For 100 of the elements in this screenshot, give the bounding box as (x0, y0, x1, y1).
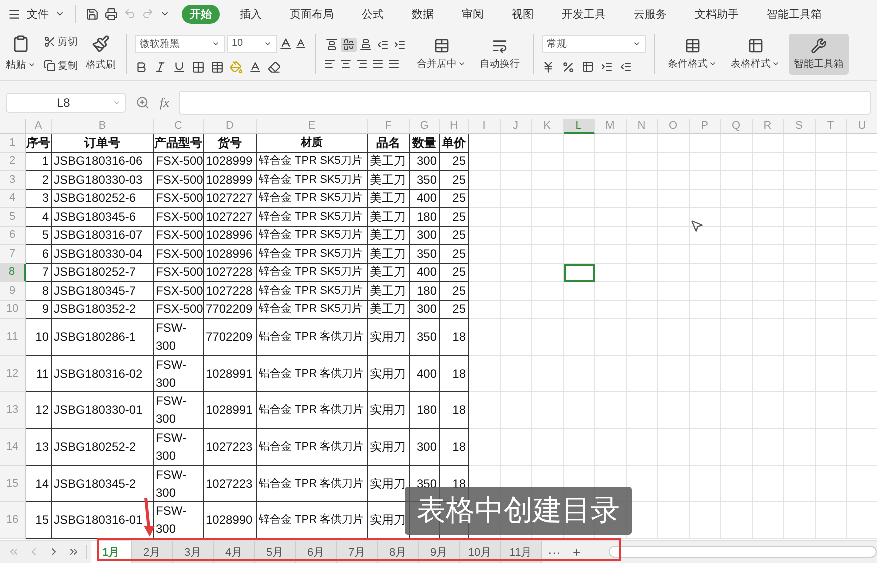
table-cell[interactable]: 180 (410, 392, 440, 430)
table-cell[interactable]: FSX-500 (154, 190, 204, 208)
grid-cell[interactable] (721, 466, 752, 502)
table-cell[interactable]: 300 (410, 226, 440, 245)
table-cell[interactable]: 美工刀 (368, 226, 410, 245)
underline-icon[interactable] (173, 60, 186, 74)
grid-cell[interactable] (721, 356, 752, 392)
grid-cell[interactable] (626, 152, 658, 171)
grid-cell[interactable] (784, 319, 816, 356)
table-cell[interactable]: JSBG180316-07 (52, 226, 154, 245)
grid-cell[interactable] (784, 392, 816, 430)
ribbon-tab[interactable]: 页面布局 (282, 4, 342, 24)
grid-cell[interactable] (564, 152, 595, 171)
grid-cell[interactable] (816, 226, 847, 245)
table-cell[interactable]: 美工刀 (368, 300, 410, 319)
grid-cell[interactable] (721, 392, 752, 430)
grid-cell[interactable] (752, 282, 784, 300)
grid-cell[interactable] (816, 152, 847, 171)
grid-cell[interactable] (784, 356, 816, 392)
grid-cell[interactable] (469, 392, 500, 430)
grid-cell[interactable] (816, 134, 847, 152)
fill-color-icon[interactable] (230, 60, 243, 74)
sheet-tab[interactable]: 3月 (173, 541, 214, 563)
ribbon-tab[interactable]: 插入 (232, 4, 270, 24)
grid-cell[interactable] (500, 356, 532, 392)
align-middle-icon[interactable] (341, 38, 357, 52)
grid-cell[interactable] (532, 264, 564, 282)
formula-input[interactable] (179, 91, 871, 115)
ribbon-tab[interactable]: 云服务 (626, 4, 675, 24)
table-cell[interactable]: 18 (440, 319, 469, 356)
grid-cell[interactable] (658, 429, 690, 466)
grid-cell[interactable] (532, 208, 564, 226)
table-cell[interactable]: 13 (26, 429, 52, 466)
table-cell[interactable]: 美工刀 (368, 171, 410, 190)
grid-cell[interactable] (784, 502, 816, 540)
grid-cell[interactable] (500, 300, 532, 319)
sheet-tab[interactable]: 8月 (378, 541, 419, 563)
grid-cell[interactable] (690, 356, 721, 392)
table-cell[interactable]: FSW-300 (154, 319, 204, 356)
table-cell[interactable]: 1 (26, 152, 52, 171)
paste-button[interactable]: 粘贴 (4, 57, 38, 73)
grid-cell[interactable] (532, 356, 564, 392)
table-cell[interactable]: 350 (410, 319, 440, 356)
grid-cell[interactable] (500, 152, 532, 171)
table-cell[interactable]: 1027228 (204, 264, 257, 282)
grid-cell[interactable] (532, 282, 564, 300)
currency-icon[interactable] (542, 60, 555, 74)
grid-cell[interactable] (784, 171, 816, 190)
table-cell[interactable]: 实用刀 (368, 356, 410, 392)
table-cell[interactable]: 400 (410, 264, 440, 282)
menu-icon[interactable] (8, 8, 21, 20)
table-cell[interactable]: 25 (440, 282, 469, 300)
table-cell[interactable]: 9 (26, 300, 52, 319)
grid-cell[interactable] (784, 466, 816, 502)
table-cell[interactable]: 锌合金 TPR SK5刀片 (257, 282, 368, 300)
table-cell[interactable]: 4 (26, 208, 52, 226)
grid-cell[interactable] (626, 226, 658, 245)
table-cell[interactable]: 美工刀 (368, 152, 410, 171)
table-cell[interactable]: JSBG180330-03 (52, 171, 154, 190)
grid-cell[interactable] (690, 264, 721, 282)
grid-cell[interactable] (690, 134, 721, 152)
column-title[interactable]: 品名 (368, 134, 410, 152)
table-cell[interactable]: 1028999 (204, 171, 257, 190)
table-cell[interactable]: 1028996 (204, 245, 257, 264)
table-cell[interactable]: JSBG180345-2 (52, 466, 154, 502)
column-title[interactable]: 材质 (257, 134, 368, 152)
table-cell[interactable]: FSX-500 (154, 245, 204, 264)
table-cell[interactable]: 美工刀 (368, 208, 410, 226)
table-cell[interactable]: 5 (26, 226, 52, 245)
table-cell[interactable]: JSBG180345-6 (52, 208, 154, 226)
grid-cell[interactable] (752, 171, 784, 190)
font-size-select[interactable]: 10 (227, 34, 277, 52)
grid-cell[interactable] (532, 226, 564, 245)
grid-cell[interactable] (500, 319, 532, 356)
grid-cell[interactable] (626, 356, 658, 392)
grid-cell[interactable] (469, 429, 500, 466)
grid-cell[interactable] (532, 429, 564, 466)
table-cell[interactable]: FSW-300 (154, 429, 204, 466)
grid-cell[interactable] (816, 429, 847, 466)
grid-cell[interactable] (469, 282, 500, 300)
table-cell[interactable]: 锌合金 TPR 客供刀片 (257, 502, 368, 540)
grid-cell[interactable] (658, 282, 690, 300)
sheet-tab[interactable]: 5月 (255, 541, 296, 563)
grid-cell[interactable] (564, 300, 595, 319)
grid-cell[interactable] (469, 264, 500, 282)
grid-cell[interactable] (626, 208, 658, 226)
table-cell[interactable]: FSX-500 (154, 208, 204, 226)
grid-cell[interactable] (784, 190, 816, 208)
grid-cell[interactable] (690, 245, 721, 264)
distribute-icon[interactable] (388, 58, 400, 70)
table-cell[interactable]: 1028996 (204, 226, 257, 245)
grid-cell[interactable] (784, 429, 816, 466)
grid-cell[interactable] (564, 245, 595, 264)
grid-cell[interactable] (658, 190, 690, 208)
table-cell[interactable]: 25 (440, 190, 469, 208)
column-title[interactable]: 产品型号 (154, 134, 204, 152)
grid-cell[interactable] (469, 134, 500, 152)
ribbon-tab[interactable]: 开发工具 (554, 4, 614, 24)
table-cell[interactable]: JSBG180316-02 (52, 356, 154, 392)
format-painter-button[interactable]: 格式刷 (84, 57, 118, 73)
